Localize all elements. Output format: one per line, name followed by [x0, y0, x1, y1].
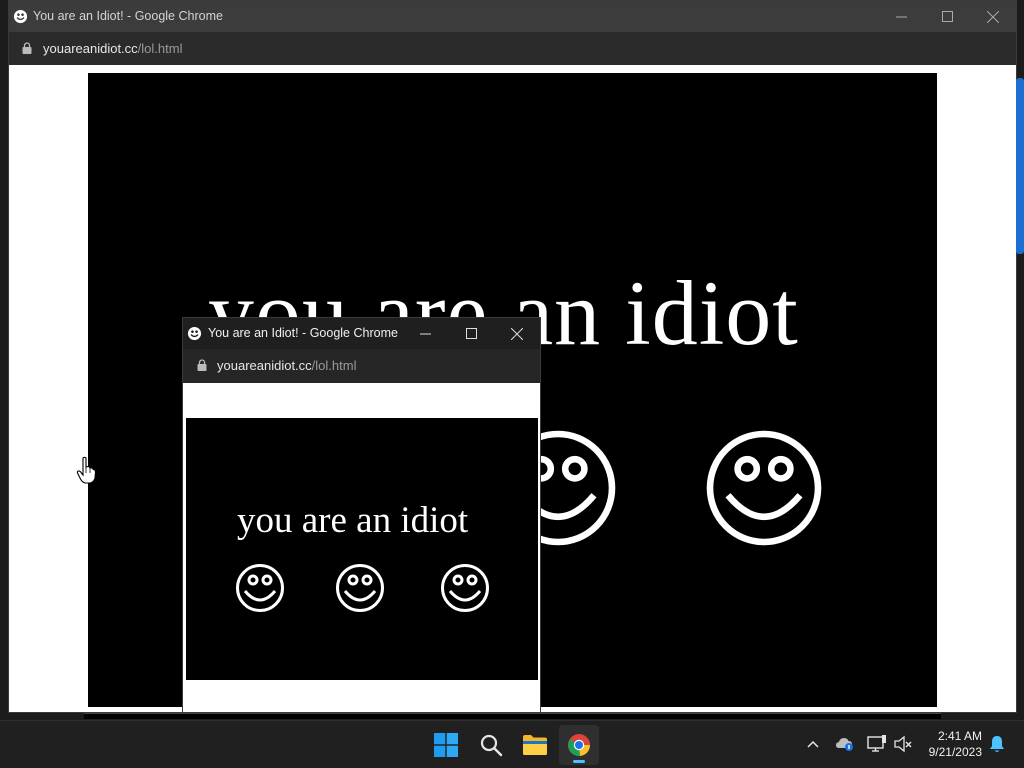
close-icon [987, 10, 999, 23]
url-path: /lol.html [137, 41, 183, 56]
address-bar[interactable]: youareanidiot.cc/lol.html [183, 349, 540, 383]
chrome-icon [568, 734, 591, 757]
clock-date: 9/21/2023 [928, 745, 982, 759]
smiley-face-icon [441, 564, 489, 612]
smiley-favicon-icon [13, 9, 28, 24]
idiot-headline: you are an idiot [237, 500, 469, 541]
bell-icon [990, 736, 1004, 752]
minimize-button[interactable] [402, 318, 448, 349]
search-icon [480, 734, 503, 757]
chrome-window-small[interactable]: You are an Idiot! - Google Chrome youare… [182, 317, 541, 713]
url-host: youareanidiot.cc [217, 358, 312, 373]
maximize-button[interactable] [924, 1, 970, 32]
onedrive-tray-button[interactable] [834, 733, 856, 755]
close-button[interactable] [494, 318, 540, 349]
folder-icon [523, 735, 547, 755]
smiley-favicon-icon [187, 326, 202, 341]
smiley-face-icon [236, 564, 284, 612]
url-text[interactable]: youareanidiot.cc/lol.html [217, 358, 356, 373]
close-button[interactable] [970, 1, 1016, 32]
network-icon [867, 735, 886, 752]
chevron-up-icon [807, 740, 819, 748]
maximize-icon [941, 11, 953, 22]
maximize-button[interactable] [448, 318, 494, 349]
lock-icon [197, 359, 207, 371]
onedrive-cloud-icon [836, 738, 853, 751]
window-title: You are an Idiot! - Google Chrome [33, 9, 223, 23]
start-button[interactable] [426, 725, 466, 765]
minimize-icon [419, 333, 431, 335]
clock-time: 2:41 AM [937, 729, 982, 743]
network-tray-button[interactable] [866, 733, 888, 755]
url-text[interactable]: youareanidiot.cc/lol.html [43, 41, 182, 56]
notifications-button[interactable] [986, 733, 1008, 755]
url-host: youareanidiot.cc [43, 41, 138, 56]
volume-muted-icon [894, 735, 912, 753]
window-title: You are an Idiot! - Google Chrome [208, 326, 398, 340]
address-bar[interactable]: youareanidiot.cc/lol.html [9, 32, 1016, 65]
background-window-edge [1016, 78, 1024, 254]
hand-cursor-icon [76, 456, 96, 484]
volume-tray-button[interactable] [892, 733, 914, 755]
title-bar[interactable]: You are an Idiot! - Google Chrome [183, 318, 540, 349]
minimize-button[interactable] [878, 1, 924, 32]
lock-icon [22, 42, 32, 54]
page-content: you are an idiot [186, 418, 538, 680]
show-hidden-icons-button[interactable] [802, 733, 824, 755]
search-button[interactable] [471, 725, 511, 765]
maximize-icon [465, 328, 477, 339]
active-indicator [573, 760, 585, 763]
window-bottom-edge [84, 713, 941, 719]
url-path: /lol.html [311, 358, 357, 373]
close-icon [511, 327, 523, 340]
taskbar: 2:41 AM 9/21/2023 [0, 720, 1024, 768]
smiley-face-icon [336, 564, 384, 612]
title-bar[interactable]: You are an Idiot! - Google Chrome [9, 1, 1016, 32]
file-explorer-button[interactable] [515, 725, 555, 765]
windows-logo-icon [434, 733, 458, 757]
minimize-icon [895, 16, 907, 18]
smiley-face-icon [706, 430, 822, 546]
chrome-taskbar-button[interactable] [559, 725, 599, 765]
taskbar-clock[interactable]: 2:41 AM 9/21/2023 [929, 728, 982, 760]
